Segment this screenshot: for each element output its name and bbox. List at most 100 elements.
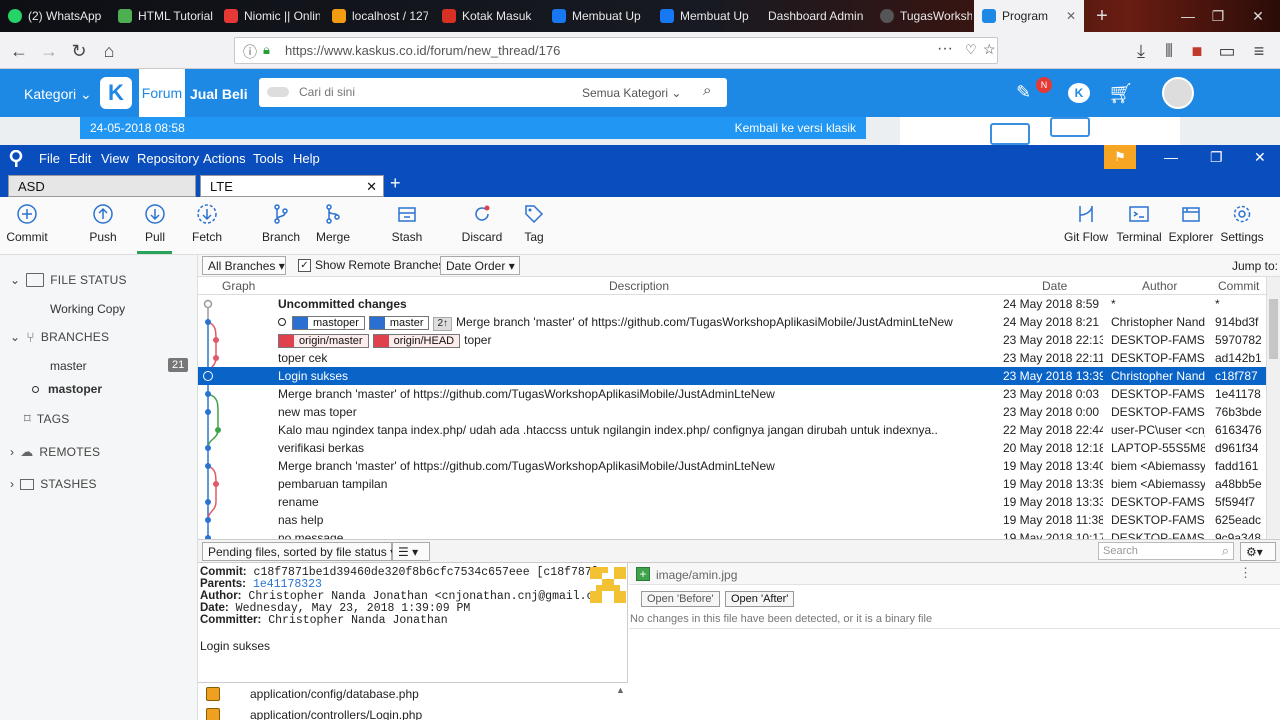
repo-tab-asd[interactable]: ASD — [8, 175, 196, 197]
browser-tab[interactable]: HTML Tutorial — [110, 0, 214, 32]
menu-edit[interactable]: Edit — [69, 151, 91, 166]
extension-icon[interactable]: ■ — [1184, 38, 1210, 64]
nav-forum[interactable]: Forum — [139, 69, 185, 117]
pencil-icon[interactable]: ✎ — [1016, 82, 1031, 103]
info-icon[interactable]: ⓘ — [243, 42, 257, 62]
close-icon[interactable]: ✕ — [1066, 9, 1076, 23]
explorer-button[interactable]: Explorer — [1169, 203, 1213, 251]
url-bar[interactable]: ⓘ 🔒︎ https://www.kaskus.co.id/forum/new_… — [234, 37, 998, 64]
browser-tab[interactable]: localhost / 127 — [324, 0, 428, 32]
more-icon[interactable]: ··· — [937, 40, 953, 58]
tag-button[interactable]: Tag — [516, 203, 552, 251]
list-item[interactable]: application/controllers/Login.php — [206, 706, 422, 720]
branch-label-mastoper[interactable]: mastoper — [292, 316, 365, 330]
sidebar-stashes[interactable]: › STASHES — [10, 477, 97, 491]
table-row[interactable]: origin/master origin/HEAD toper 23 May 201… — [198, 331, 1266, 349]
table-row[interactable]: mastoper master 2↑ Merge branch 'master' of… — [198, 313, 1266, 331]
sidebar-item-mastoper[interactable]: mastoper — [32, 382, 102, 396]
more-icon[interactable]: ⋮ — [1239, 565, 1252, 581]
file-search-input[interactable]: Search ⌕ — [1098, 542, 1234, 560]
sidebar-file-status[interactable]: ⌄ FILE STATUS — [10, 273, 127, 287]
table-row[interactable]: Kalo mau ngindex tanpa index.php/ udah a… — [198, 421, 1266, 439]
search-input[interactable]: Cari di sini — [299, 85, 355, 99]
repo-tab-lte[interactable]: LTE ✕ — [200, 175, 384, 197]
nav-jual-beli[interactable]: Jual Beli — [190, 86, 248, 102]
new-tab-button[interactable]: + — [1084, 0, 1120, 32]
kategori-dropdown[interactable]: Kategori ⌄ — [24, 86, 92, 103]
show-remote-checkbox[interactable]: ✓ Show Remote Branches — [298, 258, 444, 272]
maximize-icon[interactable]: ❐ — [1200, 0, 1236, 32]
menu-icon[interactable]: ≡ — [1246, 38, 1272, 64]
menu-file[interactable]: File — [39, 151, 60, 166]
table-row[interactable]: no message 19 May 2018 10:17 DESKTOP-FAM… — [198, 529, 1266, 539]
table-row[interactable]: verifikasi berkas 20 May 2018 12:18 LAPT… — [198, 439, 1266, 457]
remote-label-origin-master[interactable]: origin/master — [278, 334, 369, 348]
browser-tab[interactable]: Niomic || Online — [216, 0, 320, 32]
sidebar-item-master[interactable]: master — [50, 359, 87, 373]
discard-button[interactable]: Discard — [460, 203, 504, 251]
col-commit[interactable]: Commit — [1218, 279, 1259, 293]
col-graph[interactable]: Graph — [222, 279, 255, 293]
browser-tab[interactable]: (2) WhatsApp — [0, 0, 108, 32]
menu-repository[interactable]: Repository — [137, 151, 199, 166]
open-after-button[interactable]: Open 'After' — [725, 591, 795, 607]
menu-view[interactable]: View — [101, 151, 129, 166]
table-row[interactable]: rename 19 May 2018 13:33 DESKTOP-FAMSFK … — [198, 493, 1266, 511]
scrollbar-thumb[interactable] — [1269, 299, 1278, 359]
merge-button[interactable]: Merge — [312, 203, 354, 251]
file-sort-dropdown[interactable]: Pending files, sorted by file status ▾ — [202, 542, 396, 561]
menu-actions[interactable]: Actions — [203, 151, 246, 166]
sidebar-tags[interactable]: ⌑ TAGS — [10, 411, 69, 427]
back-icon[interactable]: ← — [6, 38, 32, 64]
close-window-icon[interactable]: ✕ — [1240, 0, 1276, 32]
push-button[interactable]: Push — [84, 203, 122, 251]
maximize-icon[interactable]: ❐ — [1210, 149, 1223, 166]
table-row[interactable]: Merge branch 'master' of https://github.… — [198, 457, 1266, 475]
terminal-button[interactable]: Terminal — [1116, 203, 1162, 251]
sidebar-icon[interactable]: ▭ — [1214, 38, 1240, 64]
chat-icon[interactable]: K — [1068, 83, 1090, 103]
commit-list-scrollbar[interactable] — [1266, 277, 1280, 539]
toggle-icon[interactable] — [267, 87, 289, 97]
browser-tab-active[interactable]: Program ✕ — [974, 0, 1084, 32]
menu-tools[interactable]: Tools — [253, 151, 283, 166]
col-description[interactable]: Description — [609, 279, 669, 293]
avatar[interactable] — [1162, 77, 1194, 109]
reload-icon[interactable]: ↻ — [66, 38, 92, 64]
col-author[interactable]: Author — [1142, 279, 1177, 293]
klasik-link[interactable]: Kembali ke versi klasik — [735, 121, 856, 135]
scroll-up-icon[interactable]: ▲ — [616, 685, 625, 695]
table-row[interactable]: new mas toper 23 May 2018 0:00 DESKTOP-F… — [198, 403, 1266, 421]
table-row[interactable]: Uncommitted changes 24 May 2018 8:59 * * — [198, 295, 1266, 313]
commit-button[interactable]: Commit — [6, 203, 48, 251]
view-mode-dropdown[interactable]: ☰ ▾ — [392, 542, 430, 561]
bookmark-star-icon[interactable]: ☆ — [983, 41, 996, 58]
cart-icon[interactable]: 🛒︎ — [1108, 81, 1133, 106]
open-before-button[interactable]: Open 'Before' — [641, 591, 720, 607]
browser-tab[interactable]: Membuat Up — [652, 0, 756, 32]
home-icon[interactable]: ⌂ — [96, 38, 122, 64]
branch-label-master[interactable]: master — [368, 316, 430, 330]
branch-button[interactable]: Branch — [260, 203, 302, 251]
stash-button[interactable]: Stash — [388, 203, 426, 251]
options-dropdown[interactable]: ⚙▾ — [1240, 542, 1276, 561]
close-icon[interactable]: ✕ — [366, 179, 377, 195]
fetch-button[interactable]: Fetch — [188, 203, 226, 251]
settings-button[interactable]: Settings — [1220, 203, 1264, 251]
kaskus-search[interactable]: Cari di sini Semua Kategori ⌄ ⌕ — [259, 78, 727, 107]
list-item[interactable]: application/config/database.php — [206, 685, 419, 703]
table-row[interactable]: toper cek 23 May 2018 22:11 DESKTOP-FAMS… — [198, 349, 1266, 367]
table-row[interactable]: Merge branch 'master' of https://github.… — [198, 385, 1266, 403]
close-window-icon[interactable]: ✕ — [1254, 149, 1266, 166]
search-icon[interactable]: ⌕ — [703, 82, 711, 99]
sidebar-branches[interactable]: ⌄ ⑂ BRANCHES — [10, 329, 109, 345]
pocket-icon[interactable]: ♡ — [965, 42, 977, 58]
sidebar-remotes[interactable]: › ☁ REMOTES — [10, 444, 100, 460]
branch-filter-dropdown[interactable]: All Branches ▾ — [202, 256, 286, 275]
col-date[interactable]: Date — [1042, 279, 1067, 293]
minimize-icon[interactable]: — — [1164, 149, 1178, 165]
download-icon[interactable]: ⤓ — [1128, 38, 1154, 64]
kategori-select[interactable]: Semua Kategori ⌄ — [582, 86, 681, 100]
menu-help[interactable]: Help — [293, 151, 320, 166]
kaskus-logo-icon[interactable]: K — [100, 77, 132, 109]
